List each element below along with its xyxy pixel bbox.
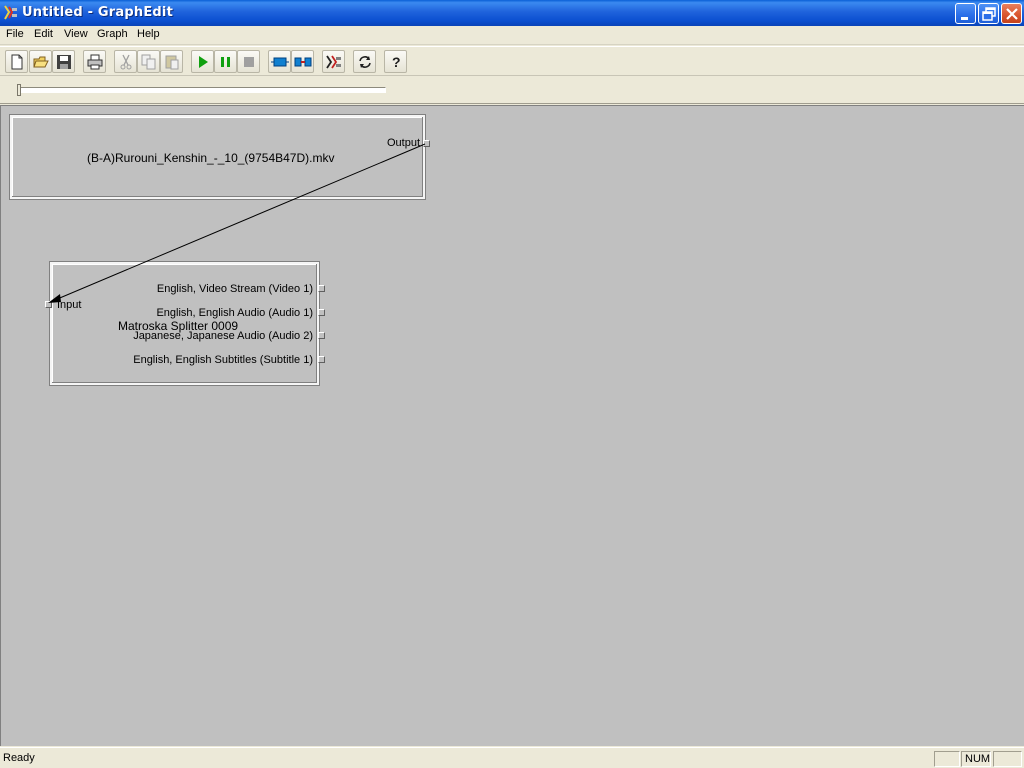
source-filter-name: (B-A)Rurouni_Kenshin_-_10_(9754B47D).mkv: [87, 151, 335, 165]
restore-button[interactable]: [978, 3, 999, 24]
menu-help[interactable]: Help: [137, 28, 160, 40]
input-pin[interactable]: [45, 301, 52, 308]
output-pin-audio2[interactable]: [318, 332, 325, 339]
output-pin-subtitle-label: English, English Subtitles (Subtitle 1): [133, 354, 313, 366]
output-pin-subtitle[interactable]: [318, 356, 325, 363]
print-icon: [87, 54, 103, 70]
seek-to-start-icon: [271, 57, 289, 67]
minimize-icon: [961, 17, 968, 20]
graphedit-app-icon[interactable]: [3, 4, 19, 22]
help-icon: ?: [392, 54, 401, 70]
save-button[interactable]: [52, 50, 75, 73]
menu-view[interactable]: View: [64, 28, 88, 40]
splitter-filter-box[interactable]: Matroska Splitter 0009 Input English, Vi…: [49, 261, 320, 386]
stop-icon: [244, 57, 254, 67]
status-bar: Ready NUM: [0, 747, 1024, 768]
toolbar: ?: [0, 46, 1024, 76]
frame-step-button[interactable]: [291, 50, 314, 73]
output-pin-audio2-label: Japanese, Japanese Audio (Audio 2): [133, 330, 313, 342]
menu-bar: File Edit View Graph Help: [0, 26, 1024, 45]
seek-bar[interactable]: [18, 87, 386, 93]
input-pin-label: Input: [57, 299, 82, 311]
window-title: Untitled - GraphEdit: [22, 5, 173, 20]
play-button[interactable]: [191, 50, 214, 73]
seek-thumb[interactable]: [17, 84, 21, 96]
stop-button[interactable]: [237, 50, 260, 73]
pause-icon: [221, 57, 230, 67]
play-icon: [199, 56, 208, 68]
pin-connection-line[interactable]: [1, 106, 1024, 747]
output-pin-label: Output: [387, 137, 421, 149]
help-button[interactable]: ?: [384, 50, 407, 73]
output-pin-audio1[interactable]: [318, 309, 325, 316]
source-filter-box[interactable]: (B-A)Rurouni_Kenshin_-_10_(9754B47D).mkv…: [9, 114, 426, 200]
restore-icon: [982, 7, 996, 21]
output-pin-audio1-label: English, English Audio (Audio 1): [156, 307, 313, 319]
copy-button[interactable]: [137, 50, 160, 73]
menu-graph[interactable]: Graph: [97, 28, 128, 40]
output-pin-video[interactable]: [318, 285, 325, 292]
seek-start-button[interactable]: [268, 50, 291, 73]
open-folder-icon: [33, 56, 49, 68]
frame-step-icon: [294, 57, 312, 67]
sync-clock-button[interactable]: [322, 50, 345, 73]
sync-to-clock-icon: [326, 55, 341, 69]
minimize-button[interactable]: [955, 3, 976, 24]
menu-file[interactable]: File: [6, 28, 24, 40]
seek-bar-row: [0, 77, 1024, 104]
output-pin-video-label: English, Video Stream (Video 1): [156, 283, 313, 295]
refresh-button[interactable]: [353, 50, 376, 73]
close-button[interactable]: [1001, 3, 1022, 24]
cut-icon: [120, 54, 132, 70]
new-button[interactable]: [5, 50, 28, 73]
paste-button[interactable]: [160, 50, 183, 73]
status-num-indicator: NUM: [961, 751, 991, 767]
cut-button[interactable]: [114, 50, 137, 73]
status-text: Ready: [3, 752, 35, 764]
status-panel-scroll: [993, 751, 1022, 767]
pause-button[interactable]: [214, 50, 237, 73]
menu-edit[interactable]: Edit: [34, 28, 53, 40]
title-bar[interactable]: Untitled - GraphEdit: [0, 0, 1024, 26]
print-button[interactable]: [83, 50, 106, 73]
close-icon: [1006, 8, 1018, 20]
refresh-icon: [359, 56, 371, 68]
open-button[interactable]: [29, 50, 52, 73]
graph-canvas[interactable]: (B-A)Rurouni_Kenshin_-_10_(9754B47D).mkv…: [0, 105, 1024, 746]
new-file-icon: [11, 54, 23, 70]
paste-icon: [165, 55, 179, 70]
svg-text:?: ?: [392, 54, 401, 70]
save-icon: [57, 55, 71, 69]
output-pin[interactable]: [423, 140, 430, 147]
copy-icon: [141, 54, 156, 70]
status-panel-empty: [934, 751, 960, 767]
